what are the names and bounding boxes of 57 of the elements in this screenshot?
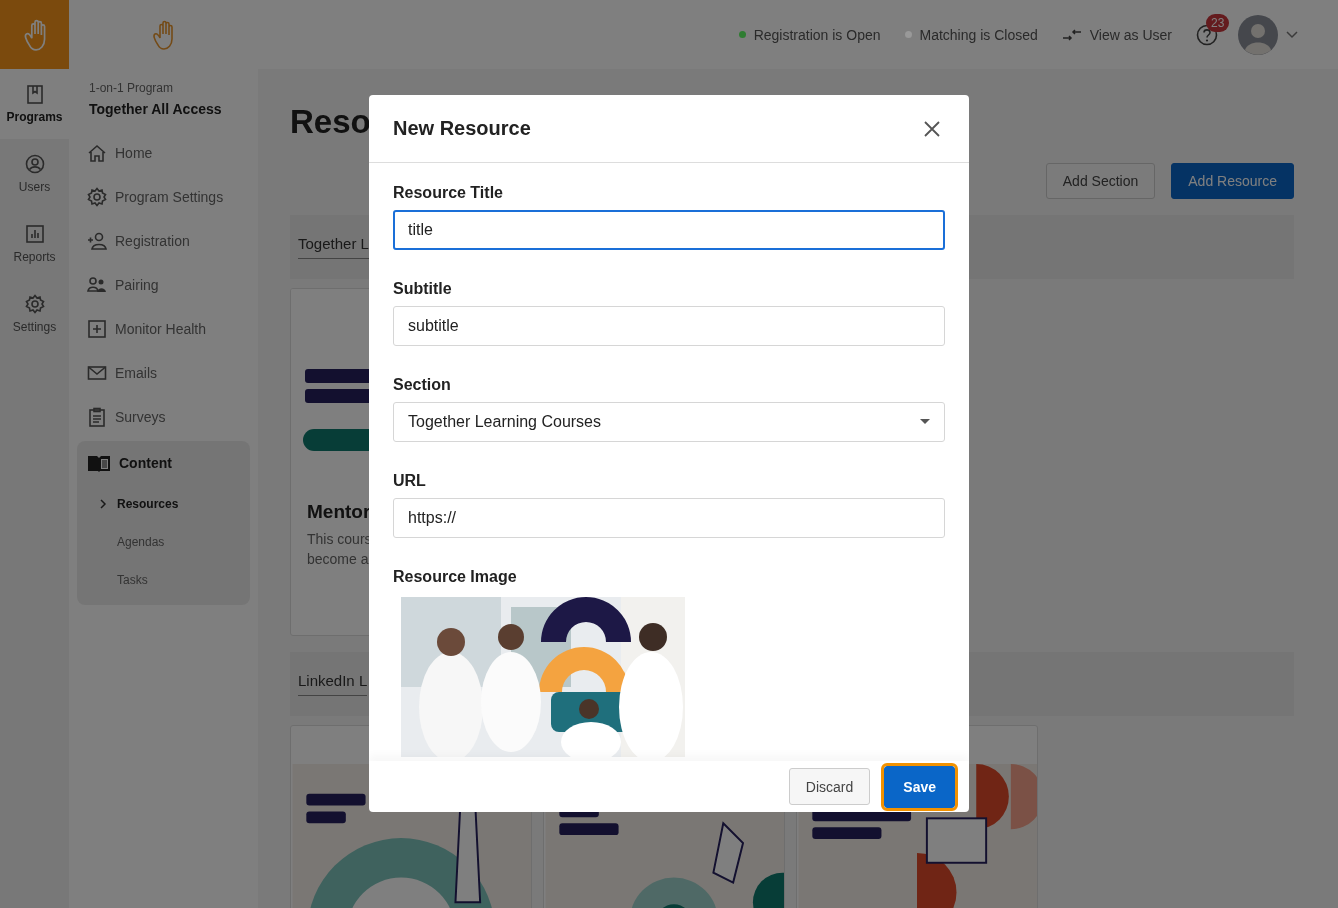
text-field[interactable]: title [393, 210, 945, 251]
section-title: Together L [298, 235, 369, 259]
close-icon [923, 119, 941, 138]
rail-tab[interactable]: Programs [0, 69, 69, 139]
open-book-icon [87, 453, 111, 473]
status-text: Matching is Closed [919, 26, 1038, 43]
caret-icon [920, 419, 930, 426]
rail-tab[interactable]: Settings [0, 279, 69, 349]
swap-arrows-icon [1061, 27, 1082, 42]
page-title: Reso [290, 103, 371, 142]
nav-item[interactable]: Emails [69, 351, 258, 395]
page-button[interactable]: Add Resource [1171, 163, 1294, 199]
dialog-button[interactable]: Discard [788, 768, 871, 806]
nav-item[interactable]: Content [77, 441, 250, 485]
add-person-icon [87, 231, 107, 251]
status-text: Registration is Open [753, 26, 881, 43]
nav-item[interactable]: Monitor Health [69, 307, 258, 351]
nav-subitem[interactable]: Agendas [77, 523, 250, 561]
nav-item[interactable]: Registration [69, 219, 258, 263]
book-icon [24, 84, 45, 104]
text-field[interactable]: https:// [393, 498, 945, 539]
home-icon [87, 143, 107, 163]
dropdown[interactable]: Together Learning Courses [393, 402, 945, 443]
dialog-title: New Resource [393, 117, 531, 141]
settings-icon [24, 294, 45, 314]
rail-tab[interactable]: Reports [0, 209, 69, 279]
notification-badge: 23 [1206, 13, 1230, 32]
rail-tab[interactable]: Users [0, 139, 69, 209]
nav-subitem[interactable]: Resources [77, 485, 250, 523]
field-label: Resource Title [393, 184, 504, 203]
nav-item[interactable]: Surveys [69, 395, 258, 439]
nav-subitem[interactable]: Tasks [77, 561, 250, 599]
clipboard-icon [87, 407, 107, 427]
people-icon [87, 275, 107, 295]
dialog-button[interactable]: Save [884, 765, 955, 808]
program-name: Together All Access [89, 101, 223, 117]
user-icon [24, 154, 45, 174]
view-as-user-link[interactable]: View as User [1061, 26, 1172, 43]
page-button[interactable]: Add Section [1045, 163, 1156, 199]
section-title: LinkedIn L [298, 672, 368, 696]
chevron-right-icon [97, 498, 109, 510]
avatar[interactable] [1238, 14, 1278, 55]
field-label: Section [393, 376, 452, 395]
program-type: 1-on-1 Program [89, 81, 175, 95]
chevron-down-icon [1286, 30, 1298, 39]
nav-item[interactable]: Pairing [69, 263, 258, 307]
settings-icon [87, 187, 107, 207]
bar-chart-icon [24, 224, 45, 244]
envelope-icon [87, 363, 107, 383]
nav-item[interactable]: Program Settings [69, 175, 258, 219]
nav-item[interactable]: Home [69, 131, 258, 175]
field-label: Subtitle [393, 280, 453, 299]
text-field[interactable]: subtitle [393, 306, 945, 347]
plus-square-icon [87, 319, 107, 339]
card-title: Mentor [307, 501, 371, 523]
field-label: Resource Image [393, 568, 518, 587]
field-label: URL [393, 472, 427, 491]
